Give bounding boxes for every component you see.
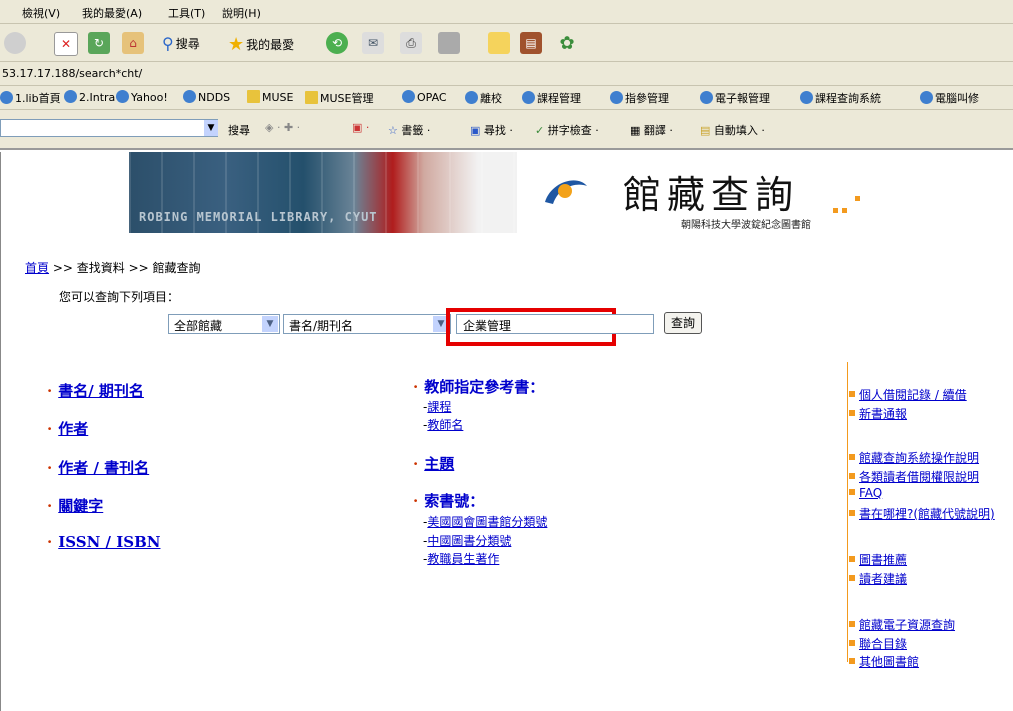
field-select[interactable]: 書名/期刊名 ▼	[283, 314, 451, 334]
right-link-recommend[interactable]: 圖書推薦	[849, 551, 907, 568]
chevron-down-icon[interactable]: ▼	[204, 120, 218, 136]
gbar-spell[interactable]: ✓ 拼字檢查 ·	[535, 122, 599, 138]
link-11[interactable]: 電子報管理	[700, 90, 770, 106]
category-issn-isbn[interactable]: · ISSN / ISBN	[47, 533, 160, 551]
category-title[interactable]: · 書名/ 期刊名	[47, 380, 144, 401]
link-2[interactable]: 2.Intra	[64, 90, 115, 104]
gbar-find[interactable]: ▣ 尋找 ·	[470, 122, 513, 138]
category-author[interactable]: · 作者	[47, 418, 88, 439]
links-bar: 1.lib首頁 2.Intra Yahoo! NDDS MUSE MUSE管理 …	[0, 86, 1013, 110]
scope-select[interactable]: 全部館藏 ▼	[168, 314, 280, 334]
gbar-bookmarks[interactable]: ☆ 書籤 ·	[388, 122, 430, 138]
google-toolbar: ▼ 搜尋 ◈ · ✚ · ▣ · ☆ 書籤 · ▣ 尋找 · ✓ 拼字檢查 · …	[0, 110, 1013, 150]
callno-ccl-link[interactable]: -中國圖書分類號	[423, 532, 511, 549]
link-8[interactable]: 離校	[465, 90, 502, 106]
print-icon[interactable]: ⎙	[400, 32, 422, 54]
mail-icon[interactable]: ✉	[362, 32, 384, 54]
banner-spine-text: ROBING MEMORIAL LIBRARY, CYUT	[139, 210, 378, 224]
right-link-location-codes[interactable]: 書在哪裡?(館藏代號說明)	[849, 505, 995, 522]
gbar-extras-icon[interactable]: ◈ · ✚ ·	[265, 121, 300, 134]
category-author-title[interactable]: · 作者 / 書刊名	[47, 457, 149, 478]
address-input[interactable]: 53.17.17.188/search*cht/	[2, 67, 142, 80]
right-link-new-books[interactable]: 新書通報	[849, 405, 907, 422]
menu-favorites[interactable]: 我的最愛(A)	[82, 5, 142, 21]
star-icon: ★	[228, 34, 245, 55]
link-13[interactable]: 電腦叫修	[920, 90, 979, 106]
menu-view[interactable]: 檢視(V)	[22, 5, 60, 21]
link-12[interactable]: 課程查詢系統	[800, 90, 881, 106]
menu-bar: 檢視(V) 我的最愛(A) 工具(T) 說明(H)	[0, 0, 1013, 24]
query-prompt: 您可以查詢下列項目：	[59, 290, 180, 304]
chevron-down-icon[interactable]: ▼	[262, 316, 278, 332]
home-icon[interactable]: ⌂	[122, 32, 144, 54]
find-icon: ▣	[470, 124, 481, 137]
library-subtitle: 朝陽科技大學波錠紀念圖書館	[681, 220, 811, 231]
breadcrumb-home[interactable]: 首頁	[25, 261, 49, 275]
right-link-e-resources[interactable]: 館藏電子資源查詢	[849, 616, 955, 633]
forward-icon[interactable]	[4, 32, 26, 54]
messenger-icon[interactable]: ✿	[556, 32, 578, 54]
refresh-icon[interactable]: ↻	[88, 32, 110, 54]
address-bar: 53.17.17.188/search*cht/	[0, 62, 1013, 86]
search-icon: ⚲	[162, 34, 174, 53]
title-dots	[833, 196, 865, 214]
edit-icon[interactable]	[438, 32, 460, 54]
page-title: 館藏查詢	[623, 173, 800, 217]
link-3[interactable]: Yahoo!	[116, 90, 168, 104]
link-6[interactable]: MUSE管理	[305, 90, 373, 106]
category-subject[interactable]: · 主題	[413, 453, 454, 474]
right-link-system-guide[interactable]: 館藏查詢系統操作說明	[849, 449, 979, 466]
autofill-icon: ▤	[700, 124, 711, 137]
category-keyword[interactable]: · 關鍵字	[47, 495, 103, 516]
breadcrumb: 首頁 >> 查找資料 >> 館藏查詢	[25, 259, 201, 276]
right-link-other-libraries[interactable]: 其他圖書館	[849, 653, 919, 670]
link-7[interactable]: OPAC	[402, 90, 447, 104]
link-4[interactable]: NDDS	[183, 90, 230, 104]
bookmark-star-icon: ☆	[388, 124, 398, 137]
link-9[interactable]: 課程管理	[522, 90, 581, 106]
spellcheck-icon: ✓	[535, 124, 545, 137]
popup-icon[interactable]: ▣ ·	[352, 121, 369, 134]
right-link-union-catalog[interactable]: 聯合目錄	[849, 635, 907, 652]
link-5[interactable]: MUSE	[247, 90, 293, 104]
stop-icon[interactable]: ✕	[54, 32, 78, 56]
right-link-borrow-rights[interactable]: 各類讀者借閱權限說明	[849, 468, 979, 485]
translate-icon: ▦	[630, 124, 641, 137]
right-link-faq[interactable]: FAQ	[849, 486, 882, 500]
search-button[interactable]: ⚲ 搜尋	[162, 34, 200, 53]
gbar-autofill[interactable]: ▤ 自動填入 ·	[700, 122, 765, 138]
callno-works-link[interactable]: -教職員生著作	[423, 550, 499, 567]
gbar-search[interactable]: 搜尋	[228, 122, 250, 138]
gbar-translate[interactable]: ▦ 翻譯 ·	[630, 122, 673, 138]
toolbar: ✕ ↻ ⌂ ⚲ 搜尋 ★ 我的最愛 ⟲ ✉ ⎙ ▤ ✿	[0, 24, 1013, 62]
right-link-borrow-record[interactable]: 個人借閱記錄 / 續借	[849, 386, 967, 403]
discuss-icon[interactable]	[488, 32, 510, 54]
favorites-button[interactable]: ★ 我的最愛	[228, 34, 294, 55]
menu-tools[interactable]: 工具(T)	[168, 5, 205, 21]
page-content: ROBING MEMORIAL LIBRARY, CYUT 館藏查詢 朝陽科技大…	[0, 152, 1013, 711]
library-logo-icon	[541, 176, 591, 208]
toolbar-search-input[interactable]	[0, 119, 218, 137]
reserve-course-link[interactable]: -課程	[423, 398, 451, 415]
callno-lc-link[interactable]: -美國國會圖書館分類號	[423, 513, 547, 530]
callno-heading: · 索書號：	[413, 492, 485, 510]
search-input[interactable]: 企業管理	[456, 314, 654, 334]
breadcrumb-path: >> 查找資料 >> 館藏查詢	[52, 261, 201, 275]
right-divider	[847, 362, 848, 662]
history-icon[interactable]: ⟲	[326, 32, 348, 54]
link-10[interactable]: 指參管理	[610, 90, 669, 106]
right-link-suggestions[interactable]: 讀者建議	[849, 570, 907, 587]
query-button[interactable]: 查詢	[664, 312, 702, 334]
menu-help[interactable]: 說明(H)	[222, 5, 261, 21]
research-icon[interactable]: ▤	[520, 32, 542, 54]
reserve-teacher-link[interactable]: -教師名	[423, 416, 463, 433]
reserve-heading: · 教師指定參考書：	[413, 378, 545, 396]
banner-books-image: ROBING MEMORIAL LIBRARY, CYUT	[129, 152, 517, 233]
link-1[interactable]: 1.lib首頁	[0, 90, 61, 106]
